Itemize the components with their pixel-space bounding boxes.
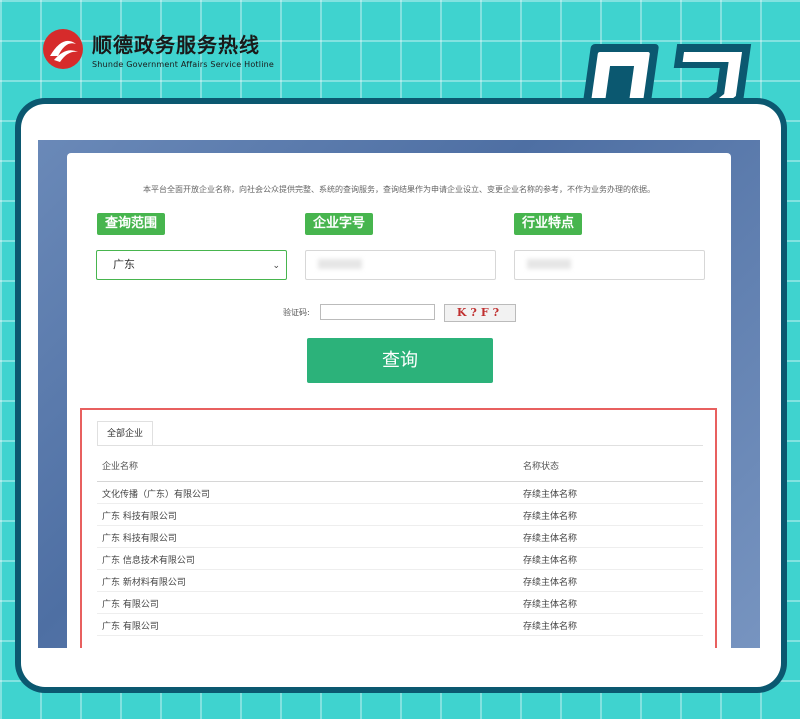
scope-select-value: 广东 (113, 258, 135, 271)
captcha-label: 验证码: (283, 308, 310, 317)
table-row[interactable]: 广东 有限公司 存续主体名称 (97, 614, 703, 636)
table-row[interactable]: 广东 有限公司 存续主体名称 (97, 592, 703, 614)
company-name-input[interactable] (305, 250, 496, 280)
name-status: 存续主体名称 (523, 578, 578, 588)
tab-all-companies[interactable]: 全部企业 (97, 421, 154, 445)
brand-title: 顺德政务服务热线 (92, 33, 260, 57)
query-card: 本平台全面开放企业名称，向社会公众提供完整、系统的查询服务，查询结果作为申请企业… (67, 153, 731, 648)
redacted-text (527, 258, 571, 269)
column-header-status: 名称状态 (523, 462, 560, 472)
scope-select[interactable]: 广东 ⌄ (96, 250, 287, 280)
company-name: 广东 科技有限公司 (102, 534, 177, 544)
query-button[interactable]: 查询 (307, 338, 493, 383)
table-row[interactable]: 广东 新材料有限公司 存续主体名称 (97, 570, 703, 592)
company-name: 广东 科技有限公司 (102, 512, 177, 522)
table-row[interactable]: 广东 科技有限公司 存续主体名称 (97, 526, 703, 548)
captcha-image[interactable]: K?F? (444, 304, 516, 322)
company-name: 广东 新材料有限公司 (102, 578, 186, 588)
notice-text: 本平台全面开放企业名称，向社会公众提供完整、系统的查询服务，查询结果作为申请企业… (143, 185, 655, 194)
redacted-text (318, 258, 362, 269)
captcha-input[interactable] (320, 304, 435, 320)
column-header-name: 企业名称 (102, 462, 139, 472)
scope-label: 查询范围 (97, 213, 166, 235)
brand-subtitle: Shunde Government Affairs Service Hotlin… (92, 60, 275, 69)
table-row[interactable]: 文化传播（广东）有限公司 存续主体名称 (97, 482, 703, 504)
chevron-down-icon: ⌄ (272, 261, 280, 271)
industry-input[interactable] (514, 250, 705, 280)
name-status: 存续主体名称 (523, 556, 578, 566)
company-name: 文化传播（广东）有限公司 (102, 490, 211, 500)
company-name: 广东 信息技术有限公司 (102, 556, 195, 566)
name-status: 存续主体名称 (523, 600, 578, 610)
screenshot-area: 本平台全面开放企业名称，向社会公众提供完整、系统的查询服务，查询结果作为申请企业… (38, 140, 760, 648)
company-name: 广东 有限公司 (102, 622, 159, 632)
company-name: 广东 有限公司 (102, 600, 159, 610)
name-status: 存续主体名称 (523, 490, 578, 500)
hotline-logo-icon (43, 29, 83, 69)
table-row[interactable]: 广东 科技有限公司 存续主体名称 (97, 504, 703, 526)
industry-label: 行业特点 (514, 213, 583, 235)
brand-header: 顺德政务服务热线 Shunde Government Affairs Servi… (40, 26, 274, 72)
results-panel: 全部企业 企业名称 名称状态 文化传播（广东）有限公司 存续主体名称 广东 科技… (80, 408, 717, 648)
name-label: 企业字号 (305, 213, 374, 235)
name-status: 存续主体名称 (523, 622, 578, 632)
name-status: 存续主体名称 (523, 534, 578, 544)
table-row[interactable]: 广东 信息技术有限公司 存续主体名称 (97, 548, 703, 570)
name-status: 存续主体名称 (523, 512, 578, 522)
